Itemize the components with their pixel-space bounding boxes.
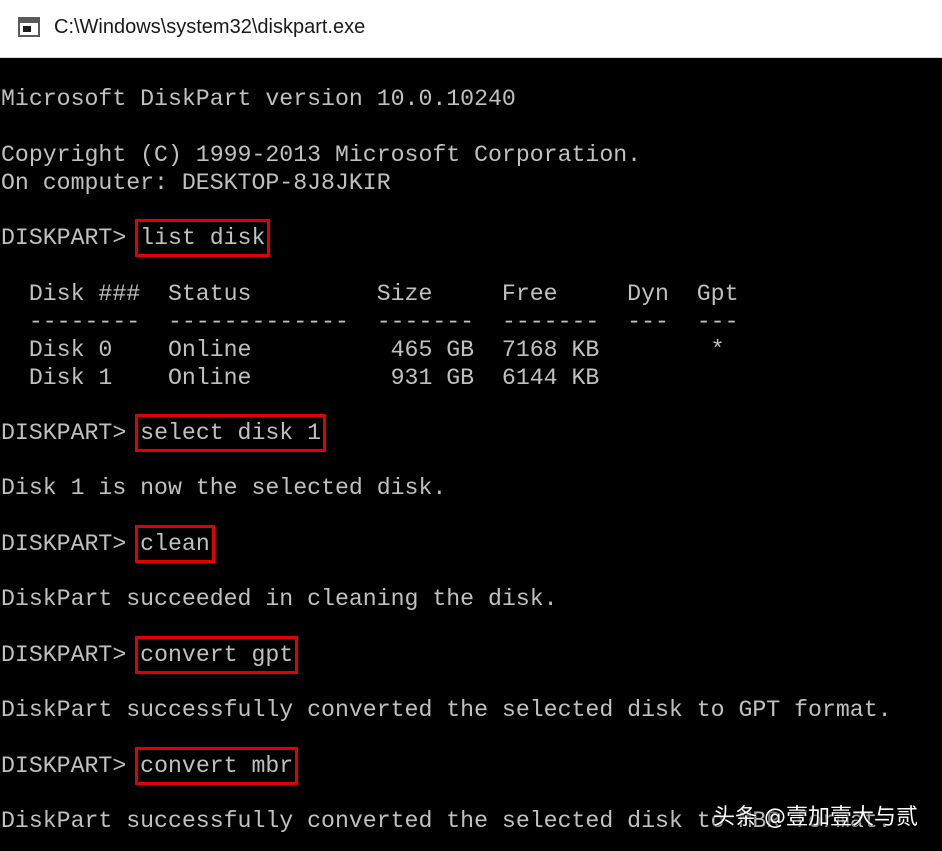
diskpart-window: C:\Windows\system32\diskpart.exe Microso…	[0, 0, 942, 851]
copyright-line: Copyright (C) 1999-2013 Microsoft Corpor…	[1, 142, 642, 168]
clean-result-line: DiskPart succeeded in cleaning the disk.	[1, 586, 558, 612]
title-bar[interactable]: C:\Windows\system32\diskpart.exe	[0, 0, 942, 58]
prompt: DISKPART>	[1, 420, 141, 446]
computer-line: On computer: DESKTOP-8J8JKIR	[1, 170, 391, 196]
disk-table-separator: -------- ------------- ------- ------- -…	[1, 309, 739, 335]
command-line-select-disk: DISKPART> select disk 1	[1, 414, 327, 452]
console-window-icon	[18, 17, 40, 37]
command-select-disk: select disk 1	[135, 414, 327, 452]
disk-table-row: Disk 0 Online 465 GB 7168 KB *	[1, 337, 725, 363]
select-result-line: Disk 1 is now the selected disk.	[1, 475, 447, 501]
window-title: C:\Windows\system32\diskpart.exe	[54, 16, 366, 38]
command-clean: clean	[135, 525, 215, 563]
prompt: DISKPART>	[1, 225, 141, 251]
command-list-disk: list disk	[135, 219, 271, 257]
command-convert-mbr: convert mbr	[135, 747, 299, 785]
prompt: DISKPART>	[1, 531, 141, 557]
command-line-convert-gpt: DISKPART> convert gpt	[1, 636, 299, 674]
console-output[interactable]: Microsoft DiskPart version 10.0.10240 Co…	[0, 58, 942, 851]
gpt-result-line: DiskPart successfully converted the sele…	[1, 697, 892, 723]
command-line-convert-mbr: DISKPART> convert mbr	[1, 747, 299, 785]
disk-table-header: Disk ### Status Size Free Dyn Gpt	[1, 281, 739, 307]
command-line-clean: DISKPART> clean	[1, 525, 215, 563]
disk-table-row: Disk 1 Online 931 GB 6144 KB	[1, 365, 600, 391]
command-line-list-disk: DISKPART> list disk	[1, 219, 271, 257]
prompt: DISKPART>	[1, 642, 141, 668]
command-convert-gpt: convert gpt	[135, 636, 299, 674]
version-line: Microsoft DiskPart version 10.0.10240	[1, 86, 516, 112]
prompt: DISKPART>	[1, 753, 141, 779]
watermark: 头条 @壹加壹大与贰	[713, 805, 918, 830]
